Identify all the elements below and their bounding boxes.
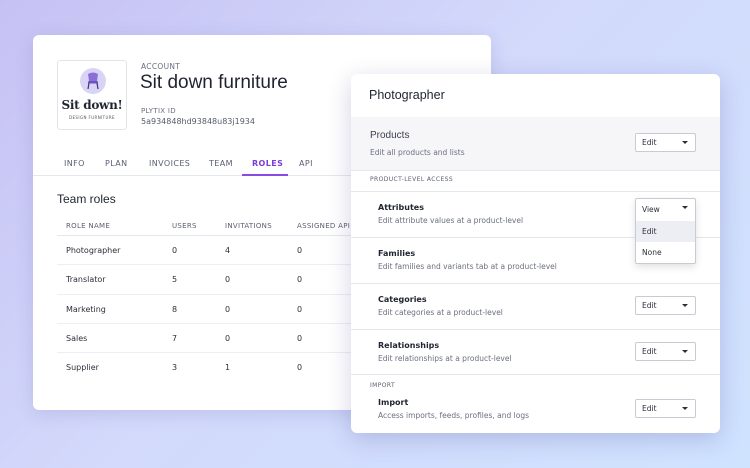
dropdown-option-edit[interactable]: Edit [636,221,695,242]
categories-permission: Categories Edit categories at a product-… [351,283,720,329]
relationships-permission: Relationships Edit relationships at a pr… [351,329,720,374]
select-value: Edit [642,404,657,413]
attributes-title: Attributes [378,203,424,212]
account-name: Sit down furniture [140,72,288,93]
role-invitations: 4 [225,246,231,255]
import-section: IMPORT Import Access imports, feeds, pro… [351,374,720,433]
products-permission: Products Edit all products and lists Edi… [351,117,720,171]
select-value: Edit [642,138,657,147]
attributes-access-select[interactable]: View [636,199,695,220]
role-users: 3 [172,363,178,373]
role-permissions-panel: Photographer Products Edit all products … [351,74,720,433]
tab-roles[interactable]: ROLES [252,159,283,168]
role-users: 8 [172,304,178,314]
role-name: Photographer [66,246,121,255]
team-roles-title: Team roles [57,192,116,206]
column-header-assigned-api[interactable]: ASSIGNED API [297,222,350,230]
categories-title: Categories [378,295,427,304]
role-users: 5 [172,275,178,285]
account-label: ACCOUNT [141,62,181,71]
role-invitations: 1 [225,363,231,373]
families-description: Edit families and variants tab at a prod… [378,262,557,271]
attributes-description: Edit attribute values at a product-level [378,216,524,225]
products-access-select[interactable]: Edit [635,133,696,152]
role-assigned-api: 0 [297,304,303,314]
select-value: Edit [642,347,657,356]
panel-title: Photographer [369,88,445,102]
import-description: Access imports, feeds, profiles, and log… [378,411,530,420]
tab-team[interactable]: TEAM [209,159,233,168]
chair-icon [80,68,106,94]
categories-access-select[interactable]: Edit [635,296,696,315]
caret-down-icon [682,206,688,209]
products-description: Edit all products and lists [370,148,465,157]
select-value: Edit [642,301,657,310]
select-value: View [642,205,660,214]
product-level-access-label: PRODUCT-LEVEL ACCESS [370,176,454,183]
role-assigned-api: 0 [297,363,303,373]
role-assigned-api: 0 [297,275,303,285]
role-name: Sales [66,333,88,343]
products-title: Products [370,130,410,141]
plytix-id-value: 5a934848hd93848u83j1934 [141,117,255,126]
attributes-access-dropdown[interactable]: View Edit None [635,198,696,264]
caret-down-icon [682,350,688,353]
role-name: Translator [66,275,106,285]
column-header-users[interactable]: USERS [172,222,197,230]
families-title: Families [378,249,416,258]
tab-info[interactable]: INFO [64,159,85,168]
caret-down-icon [682,141,688,144]
caret-down-icon [682,407,688,410]
role-name: Marketing [66,304,106,314]
role-assigned-api: 0 [297,333,303,343]
logo-subtitle: DESIGN FURNITURE [69,115,115,120]
import-access-select[interactable]: Edit [635,399,696,418]
role-users: 0 [172,246,178,255]
role-invitations: 0 [225,304,231,314]
active-tab-indicator [242,174,288,176]
tab-api[interactable]: API [299,159,313,168]
role-invitations: 0 [225,275,231,285]
column-header-role-name[interactable]: ROLE NAME [66,222,110,230]
role-assigned-api: 0 [297,246,303,255]
relationships-title: Relationships [378,341,440,350]
account-logo: Sit down! DESIGN FURNITURE [57,60,127,130]
relationships-access-select[interactable]: Edit [635,342,696,361]
dropdown-option-none[interactable]: None [636,242,695,263]
role-invitations: 0 [225,333,231,343]
logo-title: Sit down! [61,98,123,112]
caret-down-icon [682,304,688,307]
tab-invoices[interactable]: INVOICES [149,159,190,168]
categories-description: Edit categories at a product-level [378,308,503,317]
tab-plan[interactable]: PLAN [105,159,128,168]
import-section-label: IMPORT [370,382,396,389]
column-header-invitations[interactable]: INVITATIONS [225,222,272,230]
role-users: 7 [172,333,178,343]
role-name: Supplier [66,363,99,373]
import-title: Import [378,398,409,407]
plytix-id-label: PLYTIX ID [141,107,176,115]
relationships-description: Edit relationships at a product-level [378,354,512,363]
